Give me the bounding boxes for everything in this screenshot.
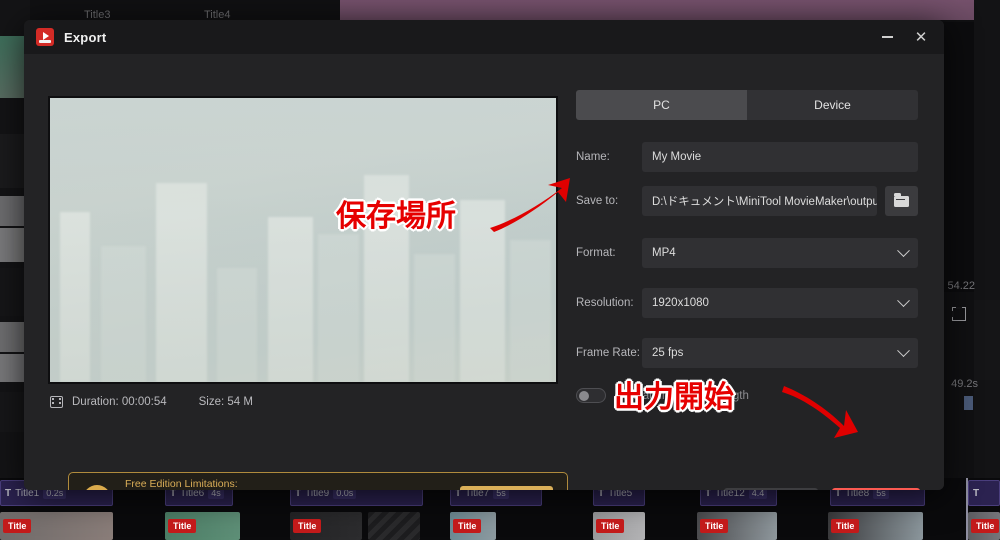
timeline-media-clip[interactable]: Title — [165, 512, 240, 540]
format-row: Format: MP4 — [576, 238, 918, 268]
browse-folder-button[interactable] — [885, 186, 918, 216]
save-to-label: Save to: — [576, 195, 619, 207]
tab-pc[interactable]: PC — [576, 90, 747, 120]
name-row: Name: My Movie — [576, 142, 918, 172]
resolution-label: Resolution: — [576, 297, 634, 309]
settings-button[interactable]: Settings — [724, 488, 818, 490]
timeline-media-clip[interactable] — [368, 512, 420, 540]
dialog-titlebar[interactable]: Export ✕ — [24, 20, 944, 54]
frame-rate-select[interactable]: 25 fps — [642, 338, 918, 368]
save-to-input[interactable]: D:\ドキュメント\MiniTool MovieMaker\output\My … — [642, 186, 877, 216]
free-edition-banner: i Free Edition Limitations: 1. Export th… — [68, 472, 568, 490]
format-select[interactable]: MP4 — [642, 238, 918, 268]
chevron-down-icon — [897, 343, 910, 357]
annotation-save-location: 保存場所 — [336, 199, 456, 234]
timeline-media-clip[interactable]: Title — [593, 512, 645, 540]
clip-title-badge: Title — [700, 519, 729, 533]
minimize-icon[interactable] — [870, 22, 904, 52]
save-to-row: Save to: D:\ドキュメント\MiniTool MovieMaker\o… — [576, 186, 918, 216]
clip-title-badge: Title — [168, 519, 197, 533]
frame-rate-label: Frame Rate: — [576, 347, 640, 359]
video-info-row: Duration: 00:00:54 Size: 54 M — [50, 396, 253, 408]
background-panel — [974, 300, 1000, 380]
upgrade-now-button[interactable]: Upgrade Now — [459, 486, 553, 490]
resolution-row: Resolution: 1920x1080 — [576, 288, 918, 318]
export-settings-panel: PC Device Name: My Movie Save to: D:\ドキュ… — [576, 90, 918, 403]
dialog-title: Export — [64, 29, 107, 45]
format-label: Format: — [576, 247, 616, 259]
close-icon[interactable]: ✕ — [904, 22, 938, 52]
minitool-moviemaker-logo-icon — [36, 28, 54, 46]
name-input[interactable]: My Movie — [642, 142, 918, 172]
film-icon — [50, 396, 63, 408]
timeline-media-clip[interactable]: Title — [968, 512, 1000, 540]
background-time-label: 49.2s — [951, 378, 978, 390]
name-label: Name: — [576, 151, 610, 163]
timeline-media-clip[interactable]: Title — [450, 512, 496, 540]
timeline-media-clip[interactable]: Title — [697, 512, 777, 540]
dialog-footer: Settings Export — [724, 488, 920, 490]
duration-label: Duration: 00:00:54 — [72, 396, 167, 408]
target-tabs[interactable]: PC Device — [576, 90, 918, 120]
resolution-value: 1920x1080 — [652, 297, 709, 309]
background-right-panel — [974, 0, 1000, 480]
frame-rate-value: 25 fps — [652, 347, 684, 359]
export-dialog: Export ✕ Duration: 00:00:54 Size: 54 M P… — [24, 20, 944, 490]
timeline-title-clip[interactable]: T — [968, 480, 1000, 506]
dialog-body: Duration: 00:00:54 Size: 54 M PC Device … — [24, 54, 944, 490]
clip-title-badge: Title — [293, 519, 322, 533]
clip-title-badge: Title — [453, 519, 482, 533]
timeline-media-track[interactable]: Title Title Title Title Title Title Titl… — [0, 512, 1000, 540]
video-preview[interactable] — [48, 96, 558, 384]
timeline-playhead[interactable] — [966, 478, 968, 540]
frame-rate-row: Frame Rate: 25 fps — [576, 338, 918, 368]
folder-icon — [894, 192, 909, 207]
annotation-start-export: 出力開始 — [614, 380, 734, 415]
background-time-label: 54.22 — [947, 280, 975, 292]
trim-audio-toggle[interactable] — [576, 388, 606, 403]
clip-title-badge: Title — [596, 519, 625, 533]
text-icon: T — [973, 487, 980, 499]
crop-icon — [952, 307, 966, 321]
chevron-down-icon — [897, 293, 910, 307]
timeline-media-clip[interactable]: Title — [0, 512, 113, 540]
export-button[interactable]: Export — [832, 488, 920, 490]
tab-device[interactable]: Device — [747, 90, 918, 120]
banner-text: Free Edition Limitations: 1. Export the … — [125, 478, 460, 490]
timeline-media-clip[interactable]: Title — [828, 512, 923, 540]
background-marker — [964, 396, 973, 410]
clip-title-badge: Title — [971, 519, 1000, 533]
clip-title-badge: Title — [3, 519, 32, 533]
timeline-media-clip[interactable]: Title — [290, 512, 362, 540]
format-value: MP4 — [652, 247, 676, 259]
size-label: Size: 54 M — [198, 396, 253, 408]
background-preview-frame — [340, 0, 976, 20]
resolution-select[interactable]: 1920x1080 — [642, 288, 918, 318]
chevron-down-icon — [897, 243, 910, 257]
info-icon: i — [83, 485, 111, 490]
preview-image — [50, 98, 556, 382]
text-icon: T — [5, 487, 12, 499]
banner-heading: Free Edition Limitations: — [125, 478, 238, 490]
clip-title-badge: Title — [831, 519, 860, 533]
